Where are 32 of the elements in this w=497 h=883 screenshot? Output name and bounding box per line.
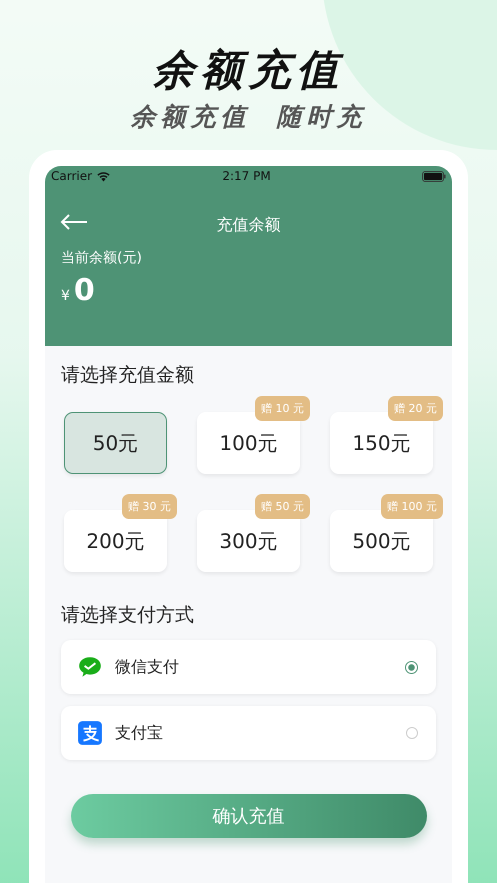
currency-symbol: ¥ [61,288,70,304]
section-title: 请选择支付方式 [61,603,195,628]
bonus-badge: 赠 100 元 [381,494,443,519]
section-title: 请选择充值金额 [61,363,195,388]
carrier-label: Carrier [51,169,92,183]
wifi-icon [96,170,112,182]
battery-icon [422,170,446,182]
amount-option[interactable]: 50元 [64,412,167,474]
amount-option[interactable]: 500元 [330,510,433,572]
payment-option[interactable]: 微信支付 [61,640,436,694]
amount-option[interactable]: 300元 [197,510,300,572]
promo-headline: 余额充值 [152,44,344,96]
balance-label: 当前余额(元) [61,249,143,267]
radio-button[interactable] [406,727,418,739]
amount-option[interactable]: 150元 [330,412,433,474]
amount-option[interactable]: 100元 [197,412,300,474]
balance-amount: 0 [74,273,95,308]
app-logo-icon [77,720,103,746]
payment-option[interactable]: 支付宝 [61,706,436,760]
status-time: 2:17 PM [221,169,272,183]
promo-tagline: 随时充 [276,101,366,133]
back-arrow-icon[interactable] [60,214,88,230]
payment-label: 微信支付 [115,656,180,678]
promo-tagline: 余额充值 [130,101,250,133]
bonus-badge: 赠 30 元 [122,494,177,519]
bonus-badge: 赠 50 元 [255,494,310,519]
payment-label: 支付宝 [115,722,164,744]
radio-button[interactable] [405,660,418,674]
screen-title: 充值余额 [216,214,280,236]
bonus-badge: 赠 10 元 [255,396,310,421]
bonus-badge: 赠 20 元 [388,396,443,421]
amount-option[interactable]: 200元 [64,510,167,572]
